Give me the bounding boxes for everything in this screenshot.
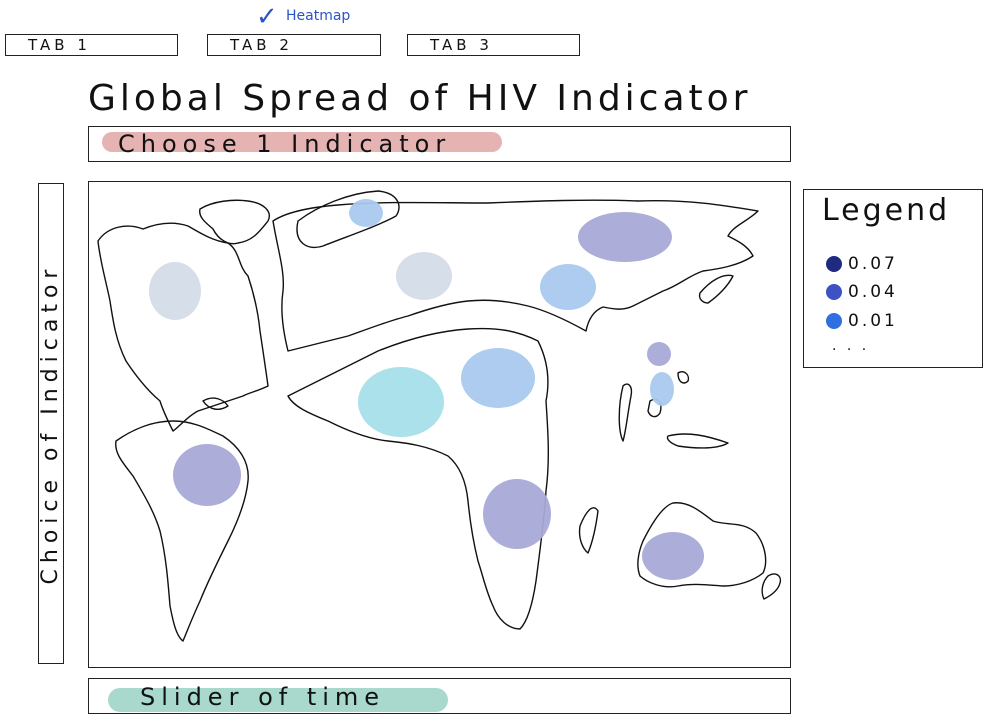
japan-outline	[698, 274, 734, 304]
north-america-outline	[97, 222, 269, 432]
arctic-island-outline	[296, 190, 400, 248]
page-title: Global Spread of HIV Indicator	[88, 78, 752, 119]
legend-item: 0.07	[826, 254, 898, 274]
heatmap-region[interactable]	[358, 367, 444, 437]
time-slider-label: Slider of time	[140, 683, 386, 711]
legend-value: 0.01	[848, 311, 898, 331]
world-heatmap[interactable]	[88, 181, 791, 668]
heatmap-region[interactable]	[647, 342, 671, 366]
madagascar-outline	[578, 507, 599, 554]
heatmap-region[interactable]	[540, 264, 596, 310]
se-asia-island-4	[677, 371, 690, 384]
se-asia-island-3	[666, 433, 729, 449]
new-zealand-outline	[761, 573, 782, 600]
heatmap-region[interactable]	[149, 262, 201, 320]
heatmap-region[interactable]	[578, 212, 672, 262]
heatmap-region[interactable]	[349, 199, 383, 227]
tab-1[interactable]: TAB 1	[5, 34, 178, 56]
eurasia-outline	[272, 199, 759, 352]
indicator-selector-label[interactable]: Choose 1 Indicator	[118, 130, 451, 158]
indicator-choice-label: Choice of Indicator	[38, 263, 63, 585]
heatmap-region[interactable]	[173, 444, 241, 506]
heatmap-annotation: Heatmap	[286, 8, 351, 24]
legend-swatch	[826, 313, 842, 329]
legend-value: 0.04	[848, 282, 898, 302]
legend-swatch	[826, 284, 842, 300]
heatmap-region[interactable]	[396, 252, 452, 300]
legend-item: 0.04	[826, 282, 898, 302]
legend-more: . . .	[832, 338, 870, 354]
legend-item: 0.01	[826, 311, 898, 331]
legend-swatch	[826, 256, 842, 272]
tab-2[interactable]: TAB 2	[207, 34, 381, 56]
heatmap-region[interactable]	[650, 372, 674, 406]
se-asia-island-1	[618, 383, 633, 442]
heatmap-region[interactable]	[642, 532, 704, 580]
heatmap-region[interactable]	[461, 348, 535, 408]
tab-3[interactable]: TAB 3	[407, 34, 580, 56]
legend-value: 0.07	[848, 254, 898, 274]
checkmark-icon: ✓	[256, 2, 278, 32]
heatmap-region[interactable]	[483, 479, 551, 549]
legend-title: Legend	[822, 193, 951, 228]
